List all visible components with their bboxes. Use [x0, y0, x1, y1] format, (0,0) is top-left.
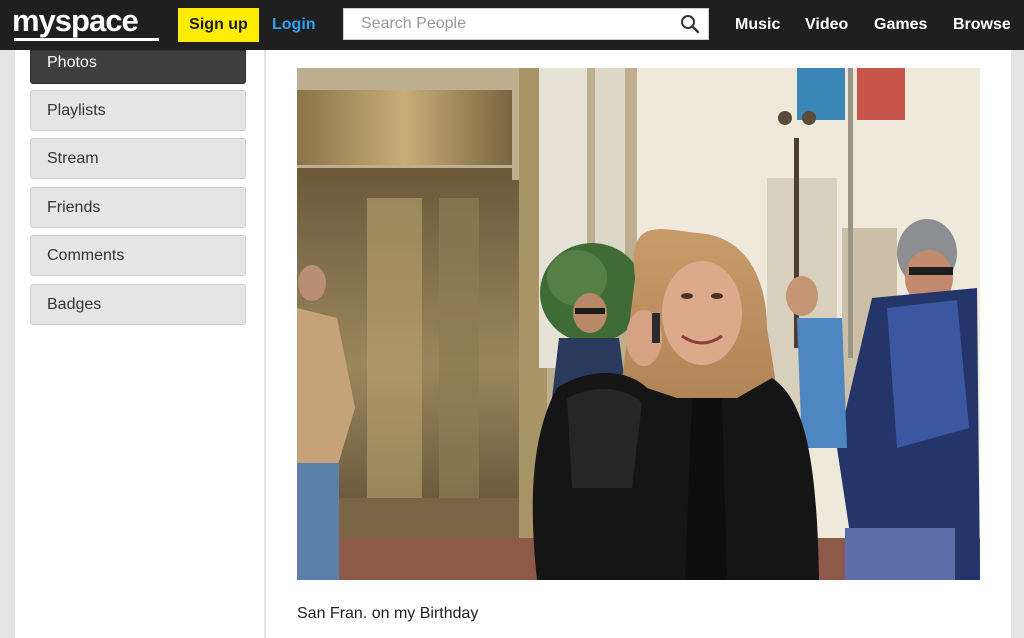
search-people-input[interactable] — [344, 9, 681, 39]
search-box — [343, 8, 709, 40]
logo-underline — [14, 38, 159, 41]
nav-video-link[interactable]: Video — [805, 8, 848, 42]
sidebar-item-playlists[interactable]: Playlists — [30, 90, 246, 131]
top-navigation-bar: myspace Sign up Login Music Video Games … — [0, 0, 1024, 50]
login-link[interactable]: Login — [272, 8, 316, 42]
photo-caption: San Fran. on my Birthday — [297, 605, 479, 622]
sign-up-button[interactable]: Sign up — [178, 8, 259, 42]
sidebar-item-badges[interactable]: Badges — [30, 284, 246, 325]
nav-games-link[interactable]: Games — [874, 8, 927, 42]
profile-sidebar: Photos Playlists Stream Friends Comments… — [15, 50, 264, 638]
sidebar-item-comments[interactable]: Comments — [30, 235, 246, 276]
sidebar-item-friends[interactable]: Friends — [30, 187, 246, 228]
myspace-logo[interactable]: myspace — [12, 3, 139, 39]
sidebar-item-photos[interactable]: Photos — [30, 50, 246, 84]
nav-music-link[interactable]: Music — [735, 8, 780, 42]
nav-browse-link[interactable]: Browse — [953, 8, 1011, 42]
street-photo[interactable] — [297, 68, 980, 580]
right-gutter — [1011, 50, 1024, 638]
search-icon[interactable] — [680, 14, 700, 34]
sidebar-item-stream[interactable]: Stream — [30, 138, 246, 179]
photo-viewer: San Fran. on my Birthday — [266, 50, 1011, 638]
